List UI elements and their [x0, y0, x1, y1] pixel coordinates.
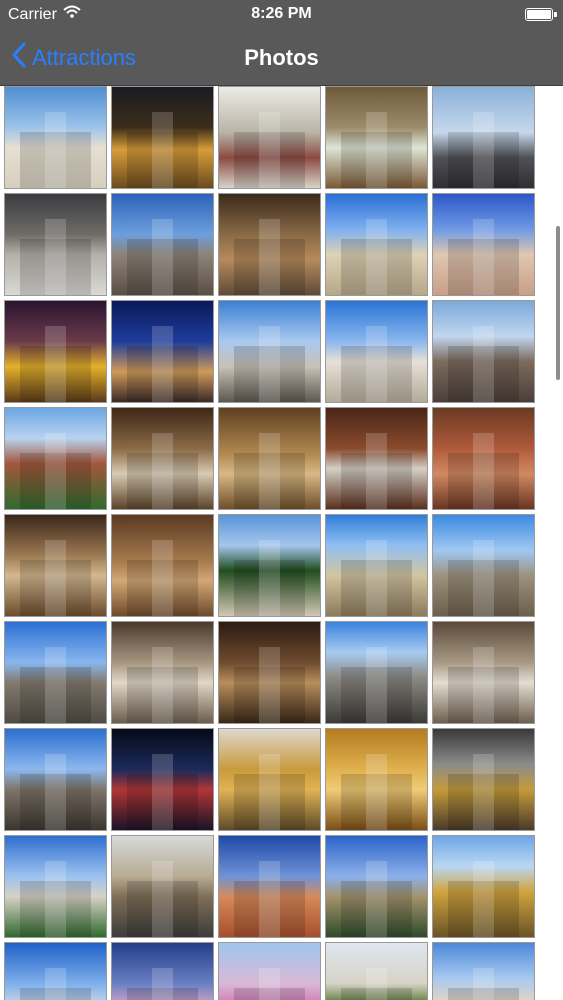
photo-thumbnail[interactable] — [4, 407, 107, 510]
photo-thumbnail[interactable] — [111, 942, 214, 1000]
photo-thumbnail[interactable] — [432, 514, 535, 617]
photo-detail — [259, 861, 280, 937]
photo-detail — [473, 861, 494, 937]
photo-thumbnail[interactable] — [432, 942, 535, 1000]
photo-thumbnail[interactable] — [111, 86, 214, 189]
photo-thumbnail[interactable] — [325, 835, 428, 938]
photo-detail — [152, 326, 173, 402]
photo-detail — [45, 647, 66, 723]
photo-detail — [366, 219, 387, 295]
photo-detail — [259, 540, 280, 616]
photo-grid — [4, 86, 539, 1000]
photo-detail — [366, 754, 387, 830]
photo-detail — [366, 861, 387, 937]
photo-thumbnail[interactable] — [218, 86, 321, 189]
photo-detail — [45, 754, 66, 830]
photo-detail — [366, 540, 387, 616]
photo-thumbnail[interactable] — [4, 728, 107, 831]
photo-thumbnail[interactable] — [4, 193, 107, 296]
photo-thumbnail[interactable] — [325, 86, 428, 189]
photo-thumbnail[interactable] — [432, 835, 535, 938]
photo-detail — [152, 112, 173, 188]
photo-thumbnail[interactable] — [4, 835, 107, 938]
photo-detail — [259, 112, 280, 188]
photo-thumbnail[interactable] — [218, 942, 321, 1000]
photo-thumbnail[interactable] — [325, 193, 428, 296]
photo-detail — [366, 647, 387, 723]
photo-detail — [45, 219, 66, 295]
photo-detail — [473, 647, 494, 723]
photo-thumbnail[interactable] — [4, 514, 107, 617]
photo-thumbnail[interactable] — [325, 407, 428, 510]
photo-thumbnail[interactable] — [325, 621, 428, 724]
photo-detail — [366, 968, 387, 1000]
photo-thumbnail[interactable] — [325, 942, 428, 1000]
photo-detail — [152, 861, 173, 937]
photo-thumbnail[interactable] — [111, 514, 214, 617]
photo-detail — [473, 540, 494, 616]
photo-detail — [45, 326, 66, 402]
photo-detail — [152, 647, 173, 723]
photo-detail — [152, 754, 173, 830]
photo-thumbnail[interactable] — [4, 942, 107, 1000]
photo-detail — [259, 754, 280, 830]
photo-thumbnail[interactable] — [218, 407, 321, 510]
photo-detail — [259, 219, 280, 295]
photo-thumbnail[interactable] — [111, 193, 214, 296]
battery-icon — [525, 8, 557, 21]
photo-detail — [45, 540, 66, 616]
clock: 8:26 PM — [251, 5, 312, 22]
photo-thumbnail[interactable] — [111, 300, 214, 403]
photo-thumbnail[interactable] — [111, 728, 214, 831]
photo-detail — [45, 112, 66, 188]
photo-thumbnail[interactable] — [325, 300, 428, 403]
photo-thumbnail[interactable] — [432, 193, 535, 296]
photo-thumbnail[interactable] — [218, 514, 321, 617]
photo-detail — [259, 433, 280, 509]
photo-thumbnail[interactable] — [111, 835, 214, 938]
photo-thumbnail[interactable] — [218, 621, 321, 724]
photo-detail — [152, 968, 173, 1000]
photo-thumbnail[interactable] — [432, 86, 535, 189]
photo-detail — [366, 112, 387, 188]
photo-detail — [366, 326, 387, 402]
photo-detail — [366, 433, 387, 509]
photo-detail — [45, 433, 66, 509]
photo-detail — [152, 219, 173, 295]
photo-thumbnail[interactable] — [432, 621, 535, 724]
status-bar: Carrier 8:26 PM — [0, 0, 563, 30]
photo-detail — [259, 647, 280, 723]
chevron-left-icon — [12, 42, 26, 74]
photo-detail — [259, 326, 280, 402]
back-button-label: Attractions — [32, 45, 136, 70]
photo-detail — [45, 968, 66, 1000]
photo-thumbnail[interactable] — [218, 728, 321, 831]
photo-thumbnail[interactable] — [111, 621, 214, 724]
back-button[interactable]: Attractions — [12, 30, 136, 86]
navigation-bar: Photos Attractions — [0, 30, 563, 86]
photo-detail — [473, 754, 494, 830]
photo-detail — [473, 433, 494, 509]
photo-detail — [45, 861, 66, 937]
photo-thumbnail[interactable] — [4, 621, 107, 724]
photo-thumbnail[interactable] — [4, 300, 107, 403]
photo-thumbnail[interactable] — [432, 728, 535, 831]
photo-detail — [152, 433, 173, 509]
photo-detail — [473, 112, 494, 188]
photo-thumbnail[interactable] — [325, 514, 428, 617]
photo-thumbnail[interactable] — [432, 300, 535, 403]
photo-thumbnail[interactable] — [432, 407, 535, 510]
photo-detail — [152, 540, 173, 616]
photo-detail — [473, 968, 494, 1000]
scrollbar[interactable] — [556, 226, 560, 380]
photo-thumbnail[interactable] — [218, 300, 321, 403]
photo-detail — [473, 219, 494, 295]
photo-thumbnail[interactable] — [218, 835, 321, 938]
photo-thumbnail[interactable] — [111, 407, 214, 510]
photo-detail — [473, 326, 494, 402]
photo-thumbnail[interactable] — [4, 86, 107, 189]
photo-detail — [259, 968, 280, 1000]
photo-thumbnail[interactable] — [218, 193, 321, 296]
photo-thumbnail[interactable] — [325, 728, 428, 831]
